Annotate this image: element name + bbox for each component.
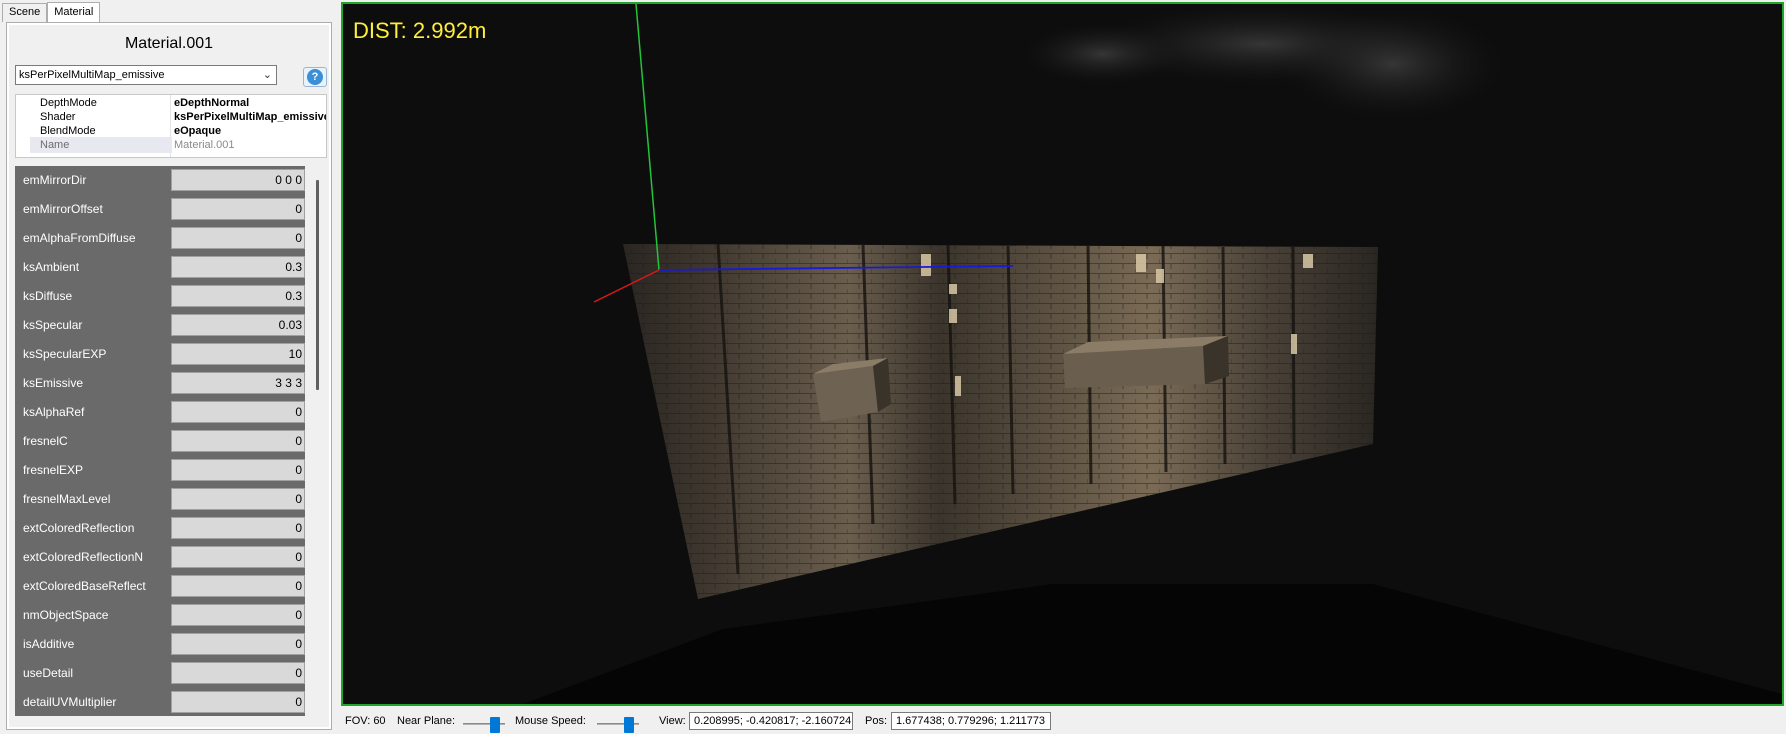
distance-readout: DIST: 2.992m [353,18,487,43]
param-row: extColoredBaseReflect 0 [15,572,305,601]
param-label: emMirrorOffset [23,202,103,216]
param-value-input[interactable]: 0 [171,459,305,481]
param-value-input[interactable]: 0 [171,604,305,626]
param-label: fresnelMaxLevel [23,492,111,506]
param-label: extColoredBaseReflect [23,579,146,593]
fov-label: FOV: 60 [345,715,386,727]
panel-tabs: Scene Material [2,2,101,23]
param-label: emMirrorDir [23,173,87,187]
param-label: fresnelC [23,434,68,448]
parameter-scrollbar[interactable] [311,166,325,716]
view-label: View: [659,715,686,727]
param-value-input[interactable]: 10 [171,343,305,365]
param-label: ksAmbient [23,260,80,274]
material-editor: Material.001 ksPerPixelMultiMap_emissive… [9,25,329,727]
param-row: extColoredReflection 0 [15,514,305,543]
param-label: extColoredReflectionN [23,550,144,564]
property-row: Name Material.001 [16,137,326,153]
param-value-input[interactable]: 0 [171,198,305,220]
param-row: ksAlphaRef 0 [15,398,305,427]
param-row: emMirrorOffset 0 [15,195,305,224]
param-value-input[interactable]: 0 [171,488,305,510]
near-plane-slider[interactable] [463,717,505,733]
param-value-input[interactable]: 3 3 3 [171,372,305,394]
chevron-down-icon: ⌄ [262,69,272,81]
parameter-list: emMirrorDir 0 0 0 emMirrorOffset 0 emAlphaFr… [15,166,305,716]
tab-content: Material.001 ksPerPixelMultiMap_emissive… [6,22,332,730]
param-label: ksAlphaRef [23,405,85,419]
view-field[interactable]: 0.208995; -0.420817; -2.160724 [689,712,853,730]
param-row: isAdditive 0 [15,630,305,659]
param-row: ksSpecular 0.03 [15,311,305,340]
param-row: ksAmbient 0.3 [15,253,305,282]
param-row: nmObjectSpace 0 [15,601,305,630]
param-label: nmObjectSpace [23,608,109,622]
pos-field[interactable]: 1.677438; 0.779296; 1.211773 [891,712,1051,730]
param-label: extColoredReflection [23,521,135,535]
scrollbar-thumb[interactable] [316,180,319,390]
slider-thumb[interactable] [490,717,500,733]
param-value-input[interactable]: 0 [171,691,305,713]
param-value-input[interactable]: 0 0 0 [171,169,305,191]
pos-label: Pos: [865,715,888,727]
param-value-input[interactable]: 0.3 [171,285,305,307]
param-value-input[interactable]: 0 [171,227,305,249]
tab-scene[interactable]: Scene [2,3,48,22]
param-row: emAlphaFromDiffuse 0 [15,224,305,253]
param-label: isAdditive [23,637,75,651]
param-row: fresnelMaxLevel 0 [15,485,305,514]
param-value-input[interactable]: 0 [171,546,305,568]
param-label: ksEmissive [23,376,84,390]
param-label: fresnelEXP [23,463,84,477]
param-value-input[interactable]: 0.03 [171,314,305,336]
param-row: extColoredReflectionN 0 [15,543,305,572]
status-bar: FOV: 60 Near Plane: Mouse Speed: View: 0… [341,708,1786,734]
param-value-input[interactable]: 0 [171,662,305,684]
shader-dropdown[interactable]: ksPerPixelMultiMap_emissive ⌄ [15,65,277,85]
param-value-input[interactable]: 0 [171,633,305,655]
param-value-input[interactable]: 0 [171,517,305,539]
param-row: ksDiffuse 0.3 [15,282,305,311]
param-label: useDetail [23,666,74,680]
material-title: Material.001 [124,35,214,52]
param-label: emAlphaFromDiffuse [23,231,136,245]
param-row: fresnelEXP 0 [15,456,305,485]
param-row: fresnelC 0 [15,427,305,456]
param-row: ksSpecularEXP 10 [15,340,305,369]
shader-dropdown-value: ksPerPixelMultiMap_emissive [19,69,165,81]
param-value-input[interactable]: 0 [171,401,305,423]
help-icon: ? [307,69,323,85]
param-row: detailUVMultiplier 0 [15,688,305,716]
param-label: ksDiffuse [23,289,73,303]
3d-viewport[interactable]: DIST: 2.992m [341,2,1784,706]
mouse-speed-slider[interactable] [597,717,639,733]
property-name: Name [30,137,172,153]
param-value-input[interactable]: 0.3 [171,256,305,278]
property-grid: DepthMode eDepthNormal Shader ksPerPixel… [15,94,327,158]
param-row: emMirrorDir 0 0 0 [15,166,305,195]
scene-render [523,4,1782,704]
param-row: useDetail 0 [15,659,305,688]
param-label: ksSpecular [23,318,83,332]
param-value-input[interactable]: 0 [171,430,305,452]
param-value-input[interactable]: 0 [171,575,305,597]
help-button[interactable]: ? [303,67,327,87]
property-value: Material.001 [172,137,326,153]
slider-thumb[interactable] [624,717,634,733]
mouse-speed-label: Mouse Speed: [515,715,586,727]
param-label: ksSpecularEXP [23,347,107,361]
tab-material[interactable]: Material [47,2,101,23]
param-row: ksEmissive 3 3 3 [15,369,305,398]
param-label: detailUVMultiplier [23,695,117,709]
near-plane-label: Near Plane: [397,715,456,727]
material-panel: Scene Material Material.001 ksPerPixelMu… [0,0,338,734]
